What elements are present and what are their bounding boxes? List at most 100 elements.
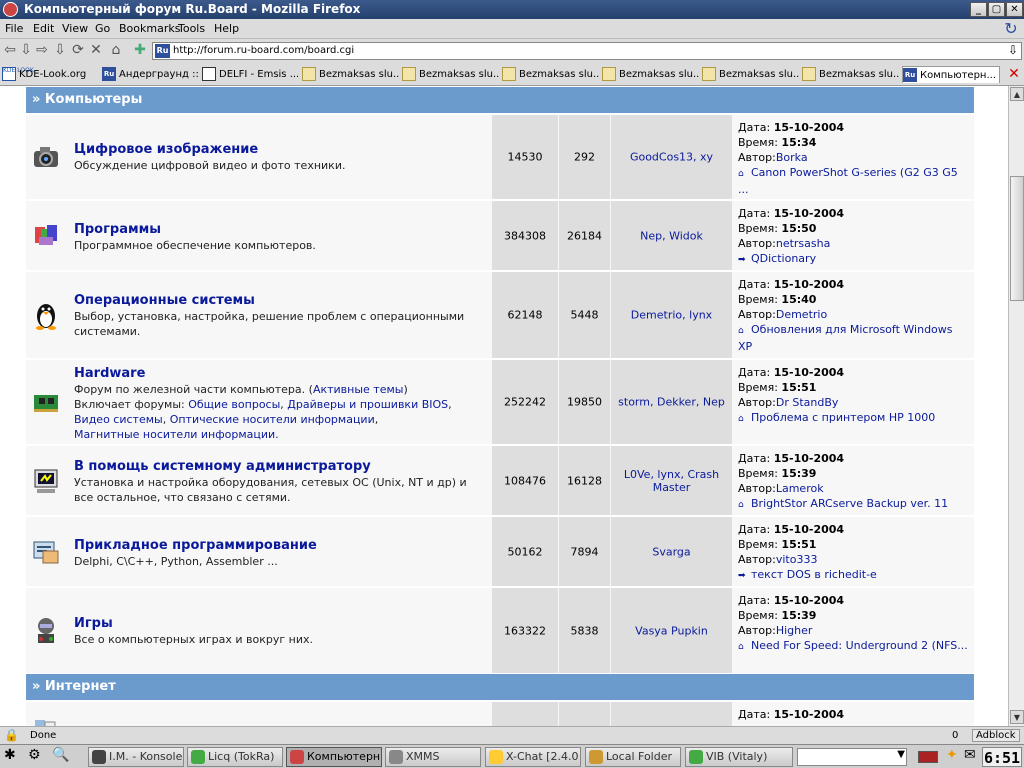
kde-menu-icon[interactable]: ✱ <box>4 747 16 763</box>
forum-title[interactable]: В помощь системному администратору <box>74 458 485 475</box>
forward-icon[interactable]: ⇨ <box>34 42 50 58</box>
last-post-author[interactable]: Lamerok <box>776 482 824 495</box>
bookmark-bezmaksas-6[interactable]: Bezmaksas slu... <box>802 66 900 83</box>
forum-title[interactable]: Прикладное программирование <box>74 537 485 554</box>
new-tab-icon[interactable]: ✚ <box>132 42 148 58</box>
forum-description: Обсуждение цифровой видео и фото техники… <box>74 159 346 172</box>
menu-file[interactable]: File <box>5 22 23 35</box>
forward-dropdown-icon[interactable]: ⇩ <box>52 42 68 58</box>
menu-go[interactable]: Go <box>95 22 110 35</box>
last-post-author[interactable]: Higher <box>776 624 813 637</box>
posts-count: 7894 <box>570 545 599 558</box>
last-post-topic[interactable]: BrightStor ARCserve Backup ver. 11 <box>751 497 948 510</box>
keyboard-layout-icon[interactable] <box>918 751 938 763</box>
last-post-author[interactable]: Dr StandBy <box>776 396 839 409</box>
subforum-link[interactable]: Драйверы и прошивки BIOS <box>287 398 448 411</box>
active-topics-link[interactable]: Активные темы <box>313 383 404 396</box>
clock[interactable]: 6:51 <box>982 747 1022 767</box>
forum-title[interactable]: Hardware <box>74 365 485 382</box>
moderators[interactable]: Svarga <box>611 545 732 558</box>
subforum-link[interactable]: Оптические носители информации <box>170 413 375 426</box>
taskbar-konsole[interactable]: I.M. - Konsole <box>88 747 184 767</box>
last-post-topic[interactable]: текст DOS в richedit-e <box>751 568 877 581</box>
moderators[interactable]: Nep, Widok <box>611 229 732 242</box>
last-post-topic[interactable]: Canon PowerShot G-series (G2 G3 G5 ... <box>738 166 958 196</box>
scroll-up-icon[interactable]: ▲ <box>1010 87 1024 101</box>
subforum-link[interactable]: Магнитные носители информации. <box>74 428 279 441</box>
last-post-author[interactable]: netrsasha <box>776 237 831 250</box>
home-icon[interactable]: ⌂ <box>108 42 124 58</box>
bookmark-kde-look[interactable]: KDE LOOKKDE-Look.org <box>2 66 98 83</box>
menu-bookmarks[interactable]: Bookmarks <box>119 22 180 35</box>
topics-count: 384308 <box>504 229 546 242</box>
last-post-topic[interactable]: Обновления для Microsoft Windows XP <box>738 323 953 353</box>
taskbar-xchat[interactable]: X-Chat [2.4.0 <box>485 747 581 767</box>
last-post-topic[interactable]: Проблема с принтером HP 1000 <box>751 411 935 424</box>
reload-icon[interactable]: ⟳ <box>70 42 86 58</box>
tab-ru-board[interactable]: Ru Компьютерн... <box>902 66 1000 83</box>
bookmark-bezmaksas-1[interactable]: Bezmaksas slu... <box>302 66 400 83</box>
menu-tools[interactable]: Tools <box>178 22 205 35</box>
last-post-topic[interactable]: QDictionary <box>751 252 816 265</box>
forum-title[interactable]: Игры <box>74 615 485 632</box>
scroll-thumb[interactable] <box>1010 176 1024 301</box>
bookmark-underground[interactable]: RuАндерграунд ::... <box>102 66 198 83</box>
subforum-link[interactable]: Видео системы <box>74 413 163 426</box>
back-icon[interactable]: ⇦ <box>2 42 18 58</box>
close-button[interactable]: ✕ <box>1006 2 1023 17</box>
forum-title[interactable]: Операционные системы <box>74 292 485 309</box>
stop-icon[interactable]: ✕ <box>88 42 104 58</box>
moderators[interactable]: Vasya Pupkin <box>611 624 732 637</box>
url-field[interactable]: Ru http://forum.ru-board.com/board.cgi ⇩ <box>152 42 1022 60</box>
maximize-button[interactable]: ▢ <box>988 2 1005 17</box>
forum-title[interactable]: Программы <box>74 221 485 238</box>
quicklaunch-icon[interactable]: 🔍 <box>52 747 69 763</box>
close-tab-icon[interactable]: ✕ <box>1006 66 1022 82</box>
folder-icon <box>402 67 416 81</box>
moderators[interactable]: storm, Dekker, Nep <box>611 396 732 409</box>
last-post-date: 15-10-2004 <box>773 121 845 134</box>
firefox-icon[interactable] <box>3 2 18 17</box>
bookmark-bezmaksas-5[interactable]: Bezmaksas slu... <box>702 66 800 83</box>
back-dropdown-icon[interactable]: ⇩ <box>18 42 34 58</box>
quicklaunch-icon[interactable]: ⚙ <box>28 747 41 763</box>
tray-icon[interactable]: ✦ <box>946 747 958 763</box>
adblock-button[interactable]: Adblock <box>972 729 1020 742</box>
category-internet[interactable]: » Интернет <box>26 674 974 700</box>
taskbar-search-field[interactable]: ▼ <box>797 748 907 766</box>
scroll-down-icon[interactable]: ▼ <box>1010 710 1024 724</box>
last-post-time: 15:51 <box>781 538 817 551</box>
last-post-author[interactable]: Demetrio <box>776 308 827 321</box>
delfi-icon <box>202 67 216 81</box>
forum-title[interactable]: Цифровое изображение <box>74 141 485 158</box>
tray-icon[interactable]: ✉ <box>964 747 976 763</box>
bookmark-bezmaksas-2[interactable]: Bezmaksas slu... <box>402 66 500 83</box>
last-post-topic[interactable]: Need For Speed: Underground 2 (NFS... <box>751 639 968 652</box>
menu-view[interactable]: View <box>62 22 88 35</box>
bookmark-bezmaksas-4[interactable]: Bezmaksas slu... <box>602 66 700 83</box>
bookmark-bezmaksas-3[interactable]: Bezmaksas slu... <box>502 66 600 83</box>
taskbar-vib[interactable]: VIB (Vitaly) <box>685 747 793 767</box>
dropdown-icon[interactable]: ▼ <box>897 749 905 760</box>
last-post-author[interactable]: vito333 <box>776 553 818 566</box>
last-post-author[interactable]: Borka <box>776 151 808 164</box>
last-post-time: 15:39 <box>781 467 817 480</box>
menu-edit[interactable]: Edit <box>33 22 54 35</box>
taskbar-xmms[interactable]: XMMS <box>385 747 481 767</box>
subforum-link[interactable]: Общие вопросы <box>188 398 280 411</box>
vertical-scrollbar[interactable]: ▲ ▼ <box>1008 86 1024 726</box>
moderators[interactable]: L0Ve, lynx, Crash Master <box>611 468 732 494</box>
minimize-button[interactable]: _ <box>970 2 987 17</box>
licq-icon <box>191 750 205 764</box>
topic-icon: ⌂ <box>738 414 744 424</box>
menu-help[interactable]: Help <box>214 22 239 35</box>
taskbar-firefox[interactable]: Компьютерн <box>286 747 382 767</box>
moderators[interactable]: GoodCos13, xy <box>611 151 732 164</box>
taskbar-local-folder[interactable]: Local Folder <box>585 747 681 767</box>
url-dropdown-icon[interactable]: ⇩ <box>1008 43 1018 57</box>
taskbar-licq[interactable]: Licq (TokRa) <box>187 747 283 767</box>
category-computers[interactable]: » Компьютеры <box>26 87 974 113</box>
last-post-date: 15-10-2004 <box>773 523 845 536</box>
bookmark-delfi[interactable]: DELFI - Emsis ... <box>202 66 298 83</box>
moderators[interactable]: Demetrio, lynx <box>611 309 732 322</box>
